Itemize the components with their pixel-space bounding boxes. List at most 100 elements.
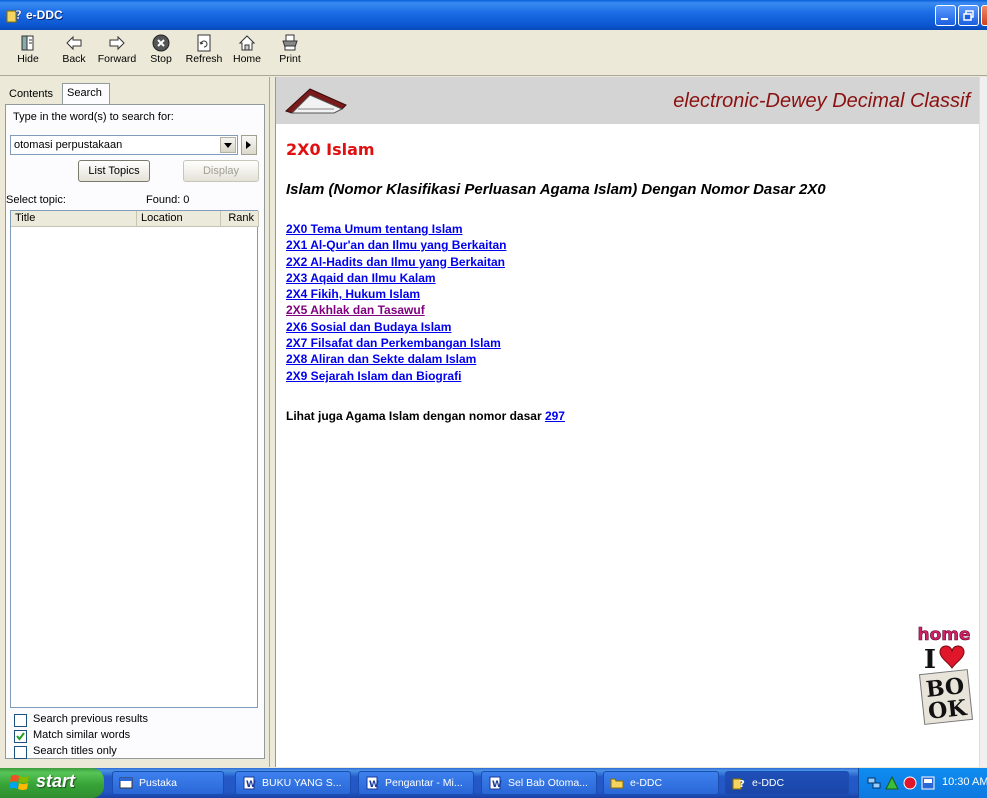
search-previous-label: Search previous results bbox=[33, 713, 148, 725]
see-also-text: Lihat juga Agama Islam dengan nomor dasa… bbox=[286, 409, 545, 423]
task-label: e-DDC bbox=[752, 777, 785, 789]
system-tray: 10:30 AM bbox=[858, 768, 987, 798]
disk-icon[interactable] bbox=[921, 776, 935, 790]
header-banner: electronic-Dewey Decimal Classif bbox=[276, 77, 980, 124]
toolbar: Hide Back Forward Stop Refresh Home Prin… bbox=[0, 30, 987, 76]
hide-icon bbox=[21, 35, 34, 51]
topic-link-2x1[interactable]: 2X1 Al-Qur'an dan Ilmu yang Berkaitan bbox=[286, 238, 506, 254]
minimize-button[interactable] bbox=[935, 5, 956, 26]
tab-search[interactable]: Search bbox=[62, 83, 110, 105]
home-book-logo[interactable]: home I BO OK bbox=[908, 622, 980, 727]
back-button[interactable]: Back bbox=[57, 32, 91, 74]
display-button[interactable]: Display bbox=[183, 160, 259, 182]
windows-flag-icon bbox=[10, 775, 29, 790]
stop-button[interactable]: Stop bbox=[146, 32, 176, 74]
page-subtitle: Islam (Nomor Klasifikasi Perluasan Agama… bbox=[286, 181, 826, 198]
task-label: Pengantar - Mi... bbox=[385, 777, 463, 789]
svg-text:?: ? bbox=[15, 8, 22, 22]
start-label: start bbox=[36, 771, 76, 791]
navigation-pane: Contents Search Type in the word(s) to s… bbox=[0, 77, 270, 767]
topic-link-2x5[interactable]: 2X5 Akhlak dan Tasawuf bbox=[286, 303, 506, 319]
task-label: e-DDC bbox=[630, 777, 663, 789]
topic-link-2x8[interactable]: 2X8 Aliran dan Sekte dalam Islam bbox=[286, 352, 506, 368]
topic-results-list[interactable]: Title Location Rank bbox=[10, 210, 259, 708]
search-go-button[interactable] bbox=[241, 135, 257, 155]
network-icon[interactable] bbox=[867, 776, 881, 790]
start-button[interactable]: start bbox=[0, 768, 104, 798]
printer-icon bbox=[282, 34, 298, 51]
home-button[interactable]: Home bbox=[230, 32, 264, 74]
see-also-link-297[interactable]: 297 bbox=[545, 409, 565, 423]
task-label: Pustaka bbox=[139, 777, 177, 789]
antivirus-icon[interactable] bbox=[903, 776, 917, 790]
tab-contents[interactable]: Contents bbox=[5, 85, 60, 105]
svg-text:W: W bbox=[369, 780, 379, 790]
task-label: BUKU YANG S... bbox=[262, 777, 342, 789]
refresh-button[interactable]: Refresh bbox=[184, 32, 224, 74]
column-title[interactable]: Title bbox=[11, 211, 137, 227]
restore-button[interactable] bbox=[958, 5, 979, 26]
forward-arrow-icon bbox=[109, 35, 125, 51]
topic-link-2x3[interactable]: 2X3 Aqaid dan Ilmu Kalam bbox=[286, 271, 506, 287]
see-also-line: Lihat juga Agama Islam dengan nomor dasa… bbox=[286, 409, 565, 423]
task-e-ddc-help[interactable]: ? e-DDC bbox=[725, 771, 849, 795]
heart-icon bbox=[939, 645, 965, 669]
select-topic-label: Select topic: bbox=[6, 194, 66, 206]
content-pane: electronic-Dewey Decimal Classif 2X0 Isl… bbox=[275, 77, 987, 767]
topic-links-list: 2X0 Tema Umum tentang Islam 2X1 Al-Qur'a… bbox=[286, 222, 506, 385]
banner-title: electronic-Dewey Decimal Classif bbox=[673, 90, 970, 112]
task-e-ddc-folder[interactable]: e-DDC bbox=[603, 771, 719, 795]
system-clock: 10:30 AM bbox=[942, 776, 987, 788]
column-rank[interactable]: Rank bbox=[221, 211, 259, 227]
search-previous-checkbox[interactable] bbox=[14, 714, 27, 727]
help-app-icon: ? bbox=[6, 8, 22, 23]
search-titles-label: Search titles only bbox=[33, 745, 117, 757]
topic-link-2x4[interactable]: 2X4 Fikih, Hukum Islam bbox=[286, 287, 506, 303]
play-arrow-icon bbox=[246, 141, 251, 149]
forward-button[interactable]: Forward bbox=[96, 32, 138, 74]
title-bar[interactable]: ? e-DDC bbox=[0, 0, 987, 30]
found-count: Found: 0 bbox=[146, 194, 190, 206]
word-doc-icon: W bbox=[243, 776, 256, 790]
list-topics-button[interactable]: List Topics bbox=[78, 160, 150, 182]
svg-text:W: W bbox=[246, 780, 256, 790]
task-buku[interactable]: W BUKU YANG S... bbox=[235, 771, 351, 795]
task-label: Sel Bab Otoma... bbox=[508, 777, 588, 789]
close-button[interactable] bbox=[981, 5, 987, 26]
vertical-scrollbar[interactable] bbox=[979, 77, 987, 767]
page-title: 2X0 Islam bbox=[286, 140, 375, 159]
dropdown-button[interactable] bbox=[220, 137, 236, 153]
task-pengantar[interactable]: W Pengantar - Mi... bbox=[358, 771, 474, 795]
book-logo-line4: OK bbox=[927, 695, 969, 725]
svg-text:W: W bbox=[492, 780, 502, 790]
word-doc-icon: W bbox=[366, 776, 379, 790]
checkmark-icon bbox=[16, 732, 25, 741]
roof-logo-icon bbox=[285, 88, 347, 114]
topic-link-2x2[interactable]: 2X2 Al-Hadits dan Ilmu yang Berkaitan bbox=[286, 255, 506, 271]
book-logo-line2: I bbox=[924, 645, 936, 675]
topic-link-2x0[interactable]: 2X0 Tema Umum tentang Islam bbox=[286, 222, 506, 238]
match-similar-label: Match similar words bbox=[33, 729, 131, 741]
back-arrow-icon bbox=[66, 35, 82, 51]
topic-link-2x6[interactable]: 2X6 Sosial dan Budaya Islam bbox=[286, 320, 506, 336]
warning-icon[interactable] bbox=[885, 776, 899, 790]
column-location[interactable]: Location bbox=[137, 211, 221, 227]
task-sel-bab[interactable]: W Sel Bab Otoma... bbox=[481, 771, 597, 795]
search-prompt-label: Type in the word(s) to search for: bbox=[13, 111, 174, 123]
search-titles-checkbox[interactable] bbox=[14, 746, 27, 759]
book-logo-line1: home bbox=[917, 625, 970, 645]
topic-link-2x7[interactable]: 2X7 Filsafat dan Perkembangan Islam bbox=[286, 336, 506, 352]
topic-link-2x9[interactable]: 2X9 Sejarah Islam dan Biografi bbox=[286, 369, 506, 385]
task-pustaka[interactable]: Pustaka bbox=[112, 771, 224, 795]
app-window: ? e-DDC Hide Back Forward Stop Refresh H… bbox=[0, 0, 987, 768]
search-input[interactable]: otomasi perpustakaan bbox=[10, 135, 238, 155]
hide-button[interactable]: Hide bbox=[13, 32, 43, 74]
print-button[interactable]: Print bbox=[276, 32, 304, 74]
home-icon bbox=[238, 35, 256, 51]
taskbar: start Pustaka W BUKU YANG S... W Pengant… bbox=[0, 768, 987, 798]
search-input-value: otomasi perpustakaan bbox=[14, 139, 123, 151]
match-similar-checkbox[interactable] bbox=[14, 730, 27, 743]
window-icon bbox=[119, 777, 133, 789]
refresh-icon bbox=[197, 34, 211, 52]
folder-icon bbox=[610, 778, 624, 789]
